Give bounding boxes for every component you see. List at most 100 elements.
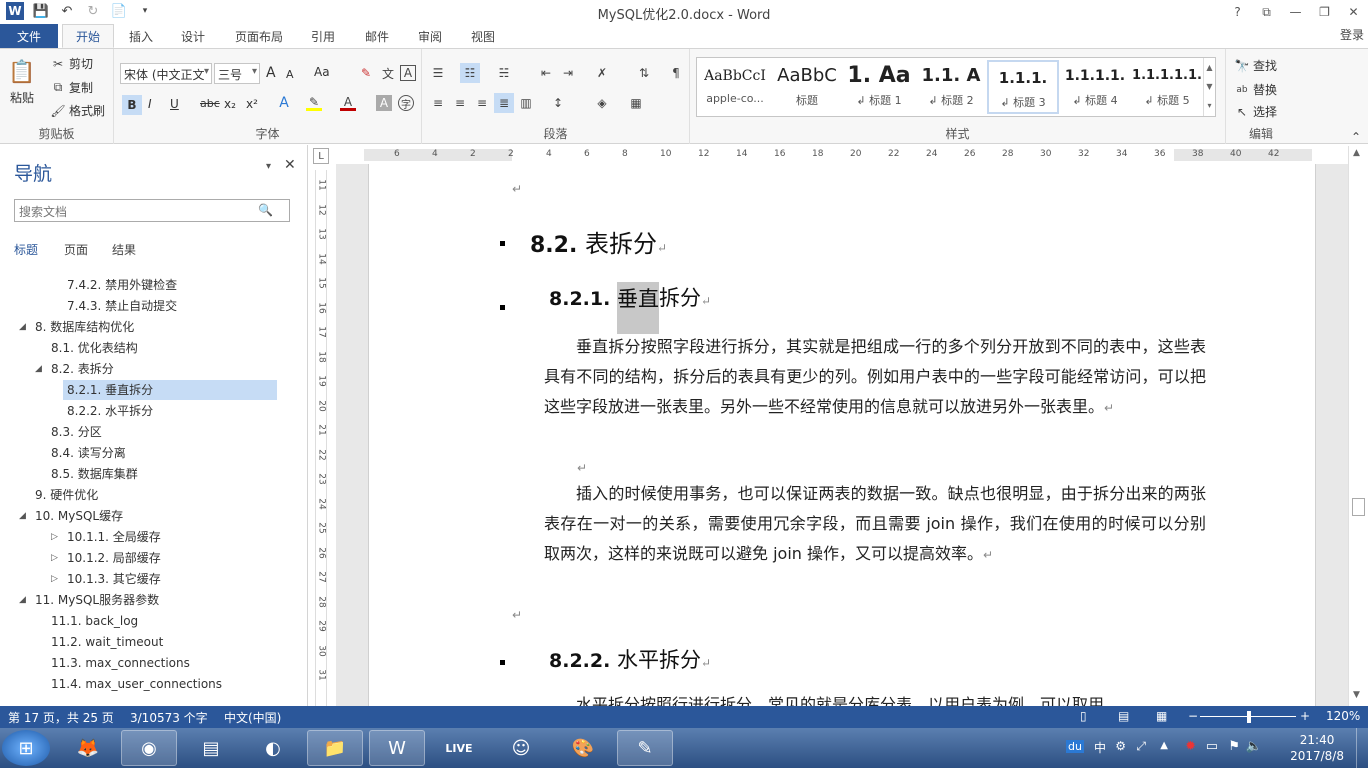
nav-item[interactable]: 11.2. wait_timeout bbox=[51, 632, 163, 652]
volume-icon[interactable]: 🔈 bbox=[1246, 739, 1262, 754]
style-heading-3[interactable]: 1.1.1. ↲ 标题 3 bbox=[987, 60, 1059, 114]
word-count[interactable]: 3/10573 个字 bbox=[130, 709, 208, 726]
clock[interactable]: 21:40 2017/8/8 bbox=[1290, 732, 1344, 764]
format-painter-button[interactable]: 🖌 格式刷 bbox=[50, 102, 105, 119]
select-button[interactable]: ↖ 选择 bbox=[1234, 103, 1277, 120]
nav-item[interactable]: 7.4.2. 禁用外键检查 bbox=[67, 275, 177, 295]
align-left-icon[interactable]: ≡ bbox=[430, 95, 446, 111]
distributed-icon[interactable]: ▥ bbox=[518, 95, 534, 111]
expand-triangle-icon[interactable]: ▷ bbox=[51, 548, 61, 568]
nav-item[interactable]: 8.1. 优化表结构 bbox=[51, 338, 138, 358]
tab-references[interactable]: 引用 bbox=[300, 24, 346, 48]
style-title[interactable]: AaBbC 标题 bbox=[771, 60, 843, 114]
baidu-ime-icon[interactable]: du bbox=[1066, 740, 1084, 753]
nav-item[interactable]: 10.1.2. 局部缓存 bbox=[67, 548, 161, 568]
replace-button[interactable]: ab 替换 bbox=[1234, 81, 1277, 98]
nav-item[interactable]: 8. 数据库结构优化 bbox=[35, 317, 134, 337]
nav-item[interactable]: 9. 硬件优化 bbox=[35, 485, 98, 505]
find-button[interactable]: 🔭 查找 bbox=[1234, 57, 1278, 74]
borders-icon[interactable]: ▦ bbox=[628, 95, 644, 111]
shrink-font-button[interactable]: A bbox=[286, 68, 294, 81]
chrome-icon[interactable]: ◉ bbox=[121, 730, 177, 766]
show-hidden-icons[interactable]: ▲ bbox=[1160, 740, 1168, 751]
chinese-layout-icon[interactable]: ✗ bbox=[594, 65, 610, 81]
style-heading-2[interactable]: 1.1. A ↲ 标题 2 bbox=[915, 60, 987, 114]
zoom-level[interactable]: 120% bbox=[1326, 709, 1360, 723]
nav-item[interactable]: 8.2. 表拆分 bbox=[51, 359, 114, 379]
login-link[interactable]: 登录 bbox=[1340, 26, 1364, 43]
minimize-button[interactable]: — bbox=[1281, 0, 1310, 24]
scroll-thumb[interactable] bbox=[1352, 498, 1365, 516]
text-effects-icon[interactable]: A bbox=[276, 95, 292, 111]
scroll-up-icon[interactable]: ▲ bbox=[1353, 148, 1360, 158]
nav-item[interactable]: 10.1.3. 其它缓存 bbox=[67, 569, 161, 589]
decrease-indent-icon[interactable]: ⇤ bbox=[538, 65, 554, 81]
font-name-select[interactable]: 宋体 (中文正文 bbox=[120, 63, 212, 84]
collapse-triangle-icon[interactable]: ◢ bbox=[35, 359, 45, 379]
document-page[interactable]: ↵ 8.2. 表拆分↵ 8.2.1. 垂直拆分↵ 垂直拆分按照字段进行拆分，其实… bbox=[368, 164, 1316, 706]
cut-button[interactable]: ✂ 剪切 bbox=[50, 55, 93, 72]
file-explorer-icon[interactable]: 📁 bbox=[307, 730, 363, 766]
nav-item[interactable]: 11. MySQL服务器参数 bbox=[35, 590, 159, 610]
show-marks-icon[interactable]: ¶ bbox=[668, 65, 684, 81]
nav-tab-results[interactable]: 结果 bbox=[112, 241, 136, 258]
web-layout-icon[interactable]: ▦ bbox=[1156, 709, 1167, 723]
tab-home[interactable]: 开始 bbox=[62, 24, 114, 48]
restore-button[interactable]: ❐ bbox=[1310, 0, 1339, 24]
paint-icon[interactable]: 🎨 bbox=[555, 730, 611, 766]
line-spacing-icon[interactable]: ↕ bbox=[550, 95, 566, 111]
start-button[interactable]: ⊞ bbox=[2, 730, 50, 766]
nav-item[interactable]: 8.5. 数据库集群 bbox=[51, 464, 138, 484]
shading-icon[interactable]: ◈ bbox=[594, 95, 610, 111]
enclose-characters-icon[interactable]: A bbox=[400, 65, 416, 81]
collapse-triangle-icon[interactable]: ◢ bbox=[19, 317, 29, 337]
tab-view[interactable]: 视图 bbox=[460, 24, 506, 48]
zoom-out-icon[interactable]: − bbox=[1188, 709, 1198, 723]
numbering-icon[interactable]: ☷ bbox=[460, 63, 480, 83]
tab-design[interactable]: 设计 bbox=[170, 24, 216, 48]
help-icon[interactable]: ? bbox=[1223, 0, 1252, 24]
horizontal-ruler[interactable]: 6 4 2 2 4 6 8 10 12 14 16 18 20 22 24 26 28 30 32 34 36 38 40 4… bbox=[336, 146, 1320, 164]
security-icon[interactable]: ✹ bbox=[1185, 739, 1196, 754]
strikethrough-button[interactable]: abc bbox=[200, 97, 220, 110]
align-center-icon[interactable]: ≡ bbox=[452, 95, 468, 111]
close-button[interactable]: ✕ bbox=[1339, 0, 1368, 24]
nav-close-icon[interactable]: ✕ bbox=[284, 157, 296, 173]
nav-item[interactable]: 8.4. 读写分离 bbox=[51, 443, 126, 463]
nav-item[interactable]: 11.3. max_connections bbox=[51, 653, 190, 673]
styles-scroll[interactable]: ▲ ▼ ▾ bbox=[1203, 58, 1215, 116]
zoom-in-icon[interactable]: + bbox=[1300, 709, 1310, 723]
nav-item[interactable]: 8.3. 分区 bbox=[51, 422, 102, 442]
increase-indent-icon[interactable]: ⇥ bbox=[560, 65, 576, 81]
print-layout-icon[interactable]: ▤ bbox=[1118, 709, 1129, 723]
underline-button[interactable]: U bbox=[170, 97, 179, 111]
vertical-ruler[interactable]: 11 12 13 14 15 16 17 18 19 20 21 22 23 24 25 26 27 28 29 30… bbox=[312, 170, 330, 706]
nav-tab-pages[interactable]: 页面 bbox=[64, 241, 88, 258]
style-heading-4[interactable]: 1.1.1.1. ↲ 标题 4 bbox=[1059, 60, 1131, 114]
clear-formatting-icon[interactable]: ✎ bbox=[358, 65, 374, 81]
copy-button[interactable]: ⧉ 复制 bbox=[50, 79, 93, 96]
style-heading-5[interactable]: 1.1.1.1.1. ↲ 标题 5 bbox=[1131, 60, 1203, 114]
tab-selector[interactable]: L bbox=[313, 148, 329, 164]
search-icon[interactable]: 🔍 bbox=[258, 203, 273, 217]
font-color-button[interactable]: A bbox=[340, 95, 356, 111]
ime-chinese-icon[interactable]: 中 bbox=[1094, 739, 1106, 756]
ime-expand-icon[interactable]: ⤢ bbox=[1136, 739, 1146, 754]
eclipse-icon[interactable]: ◐ bbox=[245, 730, 301, 766]
tab-mailings[interactable]: 邮件 bbox=[354, 24, 400, 48]
nav-options-icon[interactable]: ▾ bbox=[266, 161, 271, 172]
nav-item[interactable]: 8.2.2. 水平拆分 bbox=[67, 401, 153, 421]
tab-layout[interactable]: 页面布局 bbox=[226, 24, 292, 48]
tab-file[interactable]: 文件 bbox=[0, 24, 58, 48]
sort-icon[interactable]: ⇅ bbox=[636, 65, 652, 81]
live-app-icon[interactable]: LIVE bbox=[431, 730, 487, 766]
multilevel-list-icon[interactable]: ☵ bbox=[496, 65, 512, 81]
expand-triangle-icon[interactable]: ▷ bbox=[51, 569, 61, 589]
expand-triangle-icon[interactable]: ▷ bbox=[51, 527, 61, 547]
network-icon[interactable]: ▭ bbox=[1206, 739, 1218, 754]
show-desktop-button[interactable] bbox=[1356, 728, 1368, 768]
collapse-ribbon-icon[interactable]: ⌃ bbox=[1348, 129, 1364, 145]
tab-insert[interactable]: 插入 bbox=[118, 24, 164, 48]
chat-app-icon[interactable]: ☺ bbox=[493, 730, 549, 766]
bold-button[interactable]: B bbox=[122, 95, 142, 115]
